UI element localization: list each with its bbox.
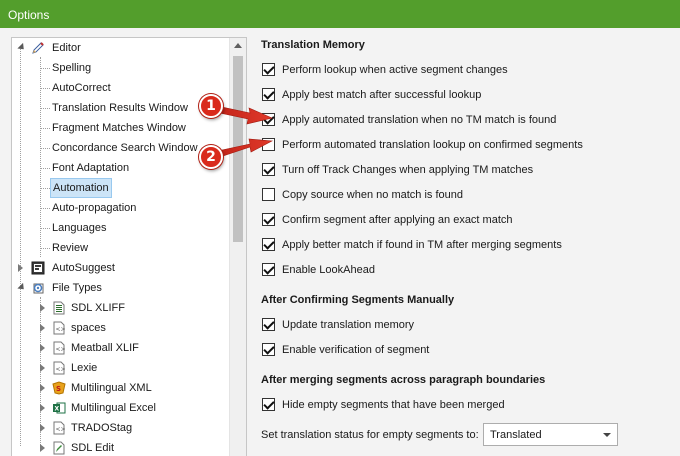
tree-item-concordance-search-window[interactable]: Concordance Search Window bbox=[52, 138, 198, 158]
expand-arrow-icon[interactable] bbox=[16, 263, 25, 272]
confirm-option-checkbox[interactable] bbox=[262, 318, 275, 331]
tree-item-sdl-xliff[interactable]: SDL XLIFF bbox=[71, 298, 125, 318]
tree-line bbox=[41, 68, 50, 69]
collapse-arrow-icon[interactable] bbox=[17, 283, 26, 292]
translation-status-select[interactable]: Translated bbox=[483, 423, 618, 446]
tm-option-label: Copy source when no match is found bbox=[282, 189, 463, 201]
tm-option-label: Apply automated translation when no TM m… bbox=[282, 114, 557, 126]
tag-file-icon: <> bbox=[52, 341, 66, 355]
tree-item-font-adaptation[interactable]: Font Adaptation bbox=[52, 158, 129, 178]
collapse-arrow-icon[interactable] bbox=[17, 43, 26, 52]
tree-item-lexie[interactable]: Lexie bbox=[71, 358, 97, 378]
confirm-option-label: Enable verification of segment bbox=[282, 344, 430, 356]
tree-line bbox=[40, 57, 41, 257]
tm-option-label: Confirm segment after applying an exact … bbox=[282, 214, 513, 226]
tree-line bbox=[41, 148, 50, 149]
merge-option-checkbox[interactable] bbox=[262, 398, 275, 411]
tree-item-languages[interactable]: Languages bbox=[52, 218, 106, 238]
tm-option-checkbox[interactable] bbox=[262, 263, 275, 276]
xliff-file-icon bbox=[52, 301, 66, 315]
merge-heading: After merging segments across paragraph … bbox=[261, 374, 546, 386]
window-title: Options bbox=[0, 0, 680, 28]
tm-heading: Translation Memory bbox=[261, 39, 365, 51]
tree-line bbox=[41, 248, 50, 249]
tm-option-checkbox[interactable] bbox=[262, 163, 275, 176]
tree-item-review[interactable]: Review bbox=[52, 238, 88, 258]
confirm-option-checkbox[interactable] bbox=[262, 343, 275, 356]
tm-option-checkbox[interactable] bbox=[262, 113, 275, 126]
tm-option-label: Apply better match if found in TM after … bbox=[282, 239, 562, 251]
tree-item-spelling[interactable]: Spelling bbox=[52, 58, 91, 78]
tree-item-autocorrect[interactable]: AutoCorrect bbox=[52, 78, 111, 98]
translation-status-value: Translated bbox=[490, 429, 542, 441]
tm-option-label: Perform lookup when active segment chang… bbox=[282, 64, 508, 76]
expand-arrow-icon[interactable] bbox=[38, 403, 47, 412]
svg-text:<>: <> bbox=[56, 346, 66, 353]
tree-item-auto-propagation[interactable]: Auto-propagation bbox=[52, 198, 136, 218]
tree-item-multilingual-excel[interactable]: Multilingual Excel bbox=[71, 398, 156, 418]
xml-file-icon: S bbox=[52, 381, 66, 395]
tree-line bbox=[41, 128, 50, 129]
excel-file-icon: X bbox=[52, 401, 66, 415]
status-label: Set translation status for empty segment… bbox=[261, 429, 479, 441]
tree-line bbox=[41, 188, 50, 189]
tag-file-icon: <> bbox=[52, 321, 66, 335]
expand-arrow-icon[interactable] bbox=[38, 323, 47, 332]
tm-option-label: Turn off Track Changes when applying TM … bbox=[282, 164, 534, 176]
tree-item-spaces[interactable]: spaces bbox=[71, 318, 106, 338]
tm-option-checkbox[interactable] bbox=[262, 238, 275, 251]
tree-item-autosuggest[interactable]: AutoSuggest bbox=[52, 258, 115, 278]
expand-arrow-icon[interactable] bbox=[38, 363, 47, 372]
expand-arrow-icon[interactable] bbox=[38, 343, 47, 352]
tm-option-label: Perform automated translation lookup on … bbox=[282, 139, 583, 151]
tree-line bbox=[20, 46, 21, 446]
tree-line bbox=[41, 208, 50, 209]
tree-item-translation-results-window[interactable]: Translation Results Window bbox=[52, 98, 188, 118]
tm-option-checkbox[interactable] bbox=[262, 138, 275, 151]
confirm-option-label: Update translation memory bbox=[282, 319, 415, 331]
svg-text:<>: <> bbox=[56, 326, 66, 333]
svg-text:X: X bbox=[55, 406, 60, 413]
tree-item-file-types[interactable]: File Types bbox=[52, 278, 102, 298]
pencil-icon bbox=[31, 41, 45, 55]
tree-item-fragment-matches-window[interactable]: Fragment Matches Window bbox=[52, 118, 186, 138]
tree-item-multilingual-xml[interactable]: Multilingual XML bbox=[71, 378, 152, 398]
autosuggest-icon bbox=[31, 261, 45, 275]
tm-option-checkbox[interactable] bbox=[262, 188, 275, 201]
edit-file-icon bbox=[52, 441, 66, 455]
tm-option-label: Enable LookAhead bbox=[282, 264, 375, 276]
merge-option-label: Hide empty segments that have been merge… bbox=[282, 399, 505, 411]
scroll-up-icon[interactable] bbox=[230, 38, 246, 54]
tree-line bbox=[41, 88, 50, 89]
expand-arrow-icon[interactable] bbox=[38, 423, 47, 432]
expand-arrow-icon[interactable] bbox=[38, 303, 47, 312]
tag-file-icon: <> bbox=[52, 421, 66, 435]
tm-option-label: Apply best match after successful lookup bbox=[282, 89, 482, 101]
tree-item-editor[interactable]: Editor bbox=[52, 38, 81, 58]
tm-option-checkbox[interactable] bbox=[262, 213, 275, 226]
dropdown-arrow-icon[interactable] bbox=[603, 433, 611, 437]
confirm-heading: After Confirming Segments Manually bbox=[261, 294, 455, 306]
tag-file-icon: <> bbox=[52, 361, 66, 375]
tree-item-tradostag[interactable]: TRADOStag bbox=[71, 418, 132, 438]
expand-arrow-icon[interactable] bbox=[38, 383, 47, 392]
tree-line bbox=[41, 108, 50, 109]
tree-item-sdl-edit[interactable]: SDL Edit bbox=[71, 438, 114, 456]
expand-arrow-icon[interactable] bbox=[38, 443, 47, 452]
file-types-icon bbox=[31, 281, 45, 295]
svg-text:S: S bbox=[56, 385, 61, 393]
tree-line bbox=[41, 228, 50, 229]
tree-item-automation[interactable]: Automation bbox=[50, 178, 112, 198]
svg-text:<>: <> bbox=[56, 426, 66, 433]
tm-option-checkbox[interactable] bbox=[262, 63, 275, 76]
scrollbar-thumb[interactable] bbox=[233, 56, 243, 242]
callout-badge-2: 2 bbox=[199, 145, 223, 169]
tree-scrollbar[interactable] bbox=[229, 38, 246, 456]
tree-item-meatball-xlif[interactable]: Meatball XLIF bbox=[71, 338, 139, 358]
callout-badge-1: 1 bbox=[199, 94, 223, 118]
svg-text:<>: <> bbox=[56, 366, 66, 373]
tree-line bbox=[41, 168, 50, 169]
tm-option-checkbox[interactable] bbox=[262, 88, 275, 101]
